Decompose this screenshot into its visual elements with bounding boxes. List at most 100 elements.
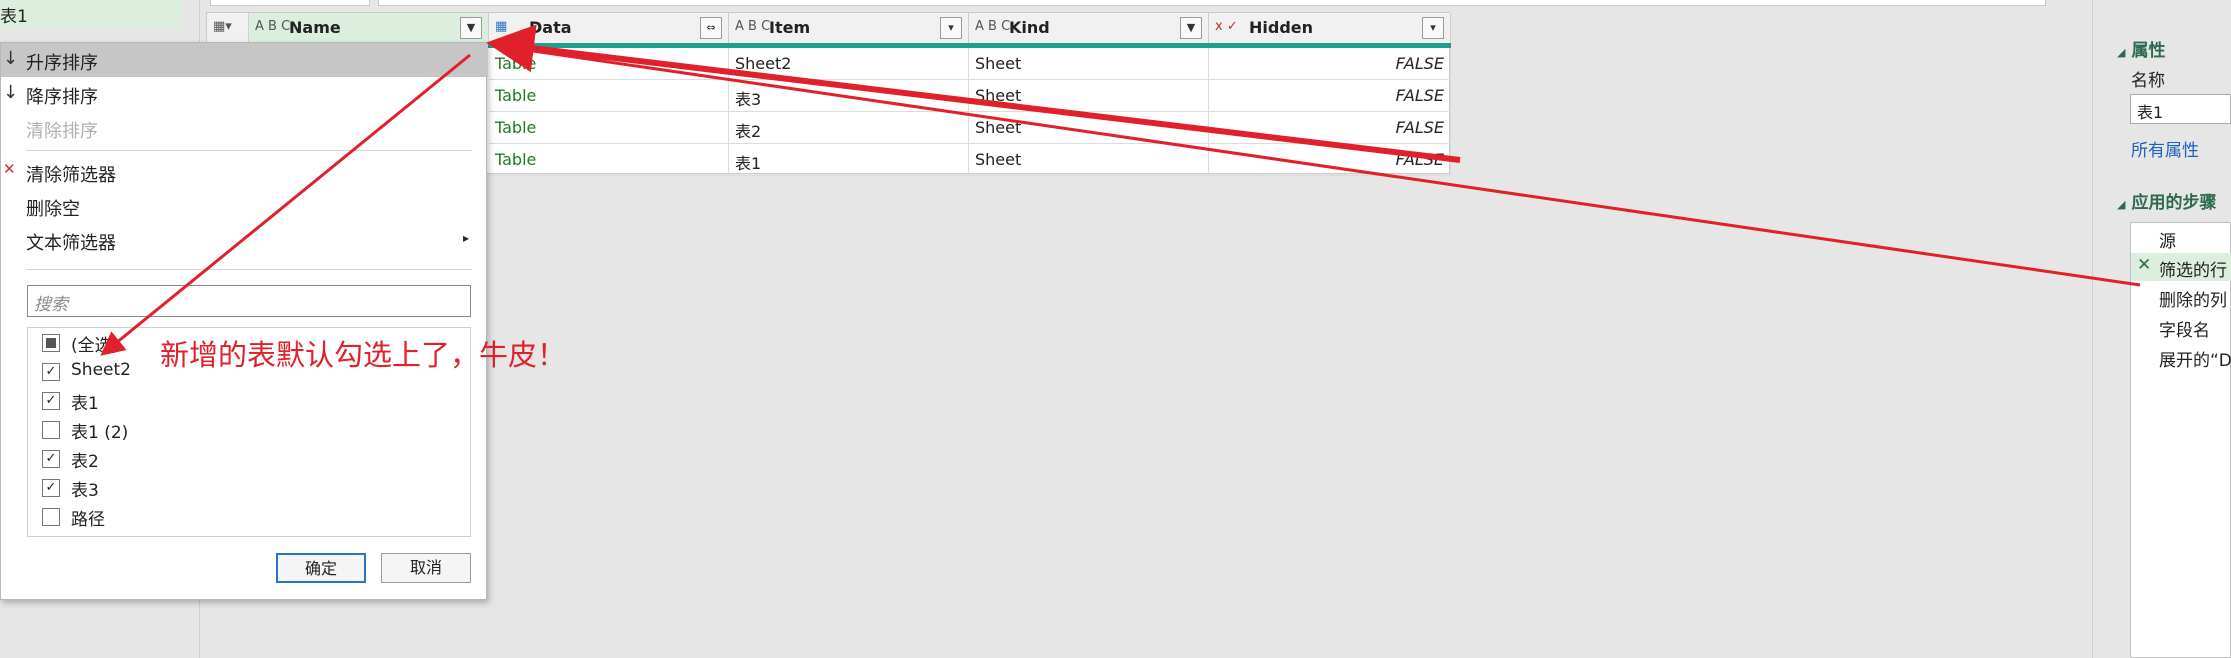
menu-item-label: 删除空 <box>26 199 80 220</box>
column-header-kind[interactable]: A B C Kind ▼ <box>969 13 1209 43</box>
text-type-icon: A B C <box>255 19 291 34</box>
applied-steps-title: 应用的步骤 <box>2131 193 2217 213</box>
filter-value-label: 表1 (2) <box>71 423 129 443</box>
column-header-item[interactable]: A B C Item ▾ <box>729 13 969 43</box>
text-type-icon: A B C <box>735 19 771 34</box>
column-header-hidden[interactable]: x ✓ Hidden ▾ <box>1209 13 1451 43</box>
properties-title: 属性 <box>2131 41 2166 61</box>
filter-value-label: 表2 <box>71 452 99 472</box>
menu-item-sort-ascending[interactable]: ↓ 升序排序 <box>1 43 488 77</box>
column-header-label: Hidden <box>1249 18 1314 37</box>
filter-value-item[interactable]: 路径 <box>28 502 468 530</box>
column-header-name[interactable]: A B C Name ▼ <box>249 13 489 43</box>
applied-step[interactable]: 展开的“D <box>2159 346 2231 371</box>
menu-item-remove-empty[interactable]: 删除空 <box>1 189 488 223</box>
applied-steps-list: 源 ✕ 筛选的行 删除的列 字段名 展开的“D <box>2130 222 2231 658</box>
menu-item-clear-sort: 清除排序 <box>1 111 488 145</box>
name-box[interactable] <box>210 0 370 6</box>
kind-cell: Sheet <box>969 80 1209 112</box>
checkbox-indeterminate-icon[interactable] <box>42 334 60 352</box>
menu-item-clear-filter[interactable]: ✕ 清除筛选器 <box>1 155 488 189</box>
hidden-cell: FALSE <box>1209 144 1451 176</box>
checkbox-checked-icon[interactable]: ✓ <box>42 363 60 381</box>
sort-descending-icon: ↓ <box>3 82 19 103</box>
table-menu-button[interactable]: ▦▾ <box>207 13 249 43</box>
query-item-selected[interactable]: 表1 <box>0 0 182 28</box>
table-icon: ▦▾ <box>213 19 232 34</box>
item-cell: 表1 <box>729 144 969 176</box>
checkbox-unchecked-icon[interactable] <box>42 508 60 526</box>
menu-item-text-filters[interactable]: 文本筛选器 ▸ <box>1 223 488 257</box>
column-header-label: Data <box>529 18 572 37</box>
filter-search-input[interactable]: 搜索 <box>27 285 471 317</box>
data-cell-link[interactable]: Table <box>489 144 729 176</box>
clear-filter-icon: ✕ <box>3 160 16 178</box>
item-cell: Sheet2 <box>729 48 969 80</box>
hidden-cell: FALSE <box>1209 112 1451 144</box>
checkbox-checked-icon[interactable]: ✓ <box>42 450 60 468</box>
all-properties-link[interactable]: 所有属性 <box>2131 136 2199 161</box>
item-cell: 表2 <box>729 112 969 144</box>
data-cell-link[interactable]: Table <box>489 48 729 80</box>
checkbox-checked-icon[interactable]: ✓ <box>42 479 60 497</box>
applied-step[interactable]: 字段名 <box>2159 316 2210 341</box>
dropdown-icon[interactable]: ▾ <box>1422 17 1444 39</box>
filter-value-item[interactable]: 表1 (2) <box>28 415 468 443</box>
menu-separator <box>26 269 472 270</box>
sort-ascending-icon: ↓ <box>3 48 19 69</box>
menu-item-label: 清除排序 <box>26 121 98 142</box>
filter-value-label: 路径 <box>71 510 105 530</box>
filter-value-item[interactable]: ✓ 表1 <box>28 386 468 414</box>
filter-value-label: 表3 <box>71 481 99 501</box>
hidden-cell: FALSE <box>1209 48 1451 80</box>
query-item-label: 表1 <box>0 7 28 27</box>
text-type-icon: A B C <box>975 19 1011 34</box>
kind-cell: Sheet <box>969 48 1209 80</box>
data-cell-link[interactable]: Table <box>489 80 729 112</box>
kind-cell: Sheet <box>969 112 1209 144</box>
kind-cell: Sheet <box>969 144 1209 176</box>
checkbox-checked-icon[interactable]: ✓ <box>42 392 60 410</box>
delete-step-icon[interactable]: ✕ <box>2137 255 2151 275</box>
collapse-triangle-icon: ◢ <box>2117 198 2126 211</box>
applied-step[interactable]: 筛选的行 <box>2159 256 2227 281</box>
name-label: 名称 <box>2131 71 2165 91</box>
formula-bar[interactable] <box>378 0 2046 6</box>
column-header-label: Kind <box>1009 18 1050 37</box>
table-type-icon: ▦ <box>495 19 508 34</box>
filter-value-item[interactable]: ✓ 表3 <box>28 473 468 501</box>
filter-active-icon[interactable]: ▼ <box>1180 17 1202 39</box>
filter-value-item[interactable]: ✓ 表2 <box>28 444 468 472</box>
filter-value-label: Sheet2 <box>71 360 131 380</box>
dropdown-icon[interactable]: ▾ <box>940 17 962 39</box>
column-header-data[interactable]: ▦ Data ⇔ <box>489 13 729 43</box>
filter-value-label: 表1 <box>71 394 99 414</box>
hidden-cell: FALSE <box>1209 80 1451 112</box>
menu-separator <box>26 150 472 151</box>
query-name-input[interactable]: 表1 <box>2130 94 2231 124</box>
cancel-button[interactable]: 取消 <box>381 553 471 583</box>
menu-item-label: 降序排序 <box>26 87 98 108</box>
applied-step[interactable]: 删除的列 <box>2159 286 2227 311</box>
filter-active-icon[interactable]: ▼ <box>460 17 482 39</box>
column-header-label: Name <box>289 18 341 37</box>
item-cell: 表3 <box>729 80 969 112</box>
menu-item-label: 升序排序 <box>26 53 98 74</box>
checkbox-unchecked-icon[interactable] <box>42 421 60 439</box>
filter-dropdown: ↓ 升序排序 ↓ 降序排序 清除排序 ✕ 清除筛选器 删除空 文本筛选器 ▸ 搜… <box>0 42 488 600</box>
column-header-label: Item <box>769 18 811 37</box>
collapse-triangle-icon: ◢ <box>2117 46 2126 59</box>
expand-icon[interactable]: ⇔ <box>700 17 722 39</box>
menu-item-label: 清除筛选器 <box>26 165 116 186</box>
menu-item-label: 文本筛选器 <box>26 233 116 254</box>
annotation-text: 新增的表默认勾选上了，牛皮！ <box>160 338 567 372</box>
data-cell-link[interactable]: Table <box>489 112 729 144</box>
ok-button[interactable]: 确定 <box>276 553 366 583</box>
applied-steps-section[interactable]: ◢ 应用的步骤 <box>2117 188 2216 213</box>
applied-step[interactable]: 源 <box>2159 227 2176 252</box>
filter-value-label: (全选) <box>71 336 119 356</box>
submenu-arrow-icon: ▸ <box>463 231 470 245</box>
logical-type-icon: x ✓ <box>1215 19 1238 34</box>
menu-item-sort-descending[interactable]: ↓ 降序排序 <box>1 77 488 111</box>
properties-section[interactable]: ◢ 属性 <box>2117 36 2165 61</box>
